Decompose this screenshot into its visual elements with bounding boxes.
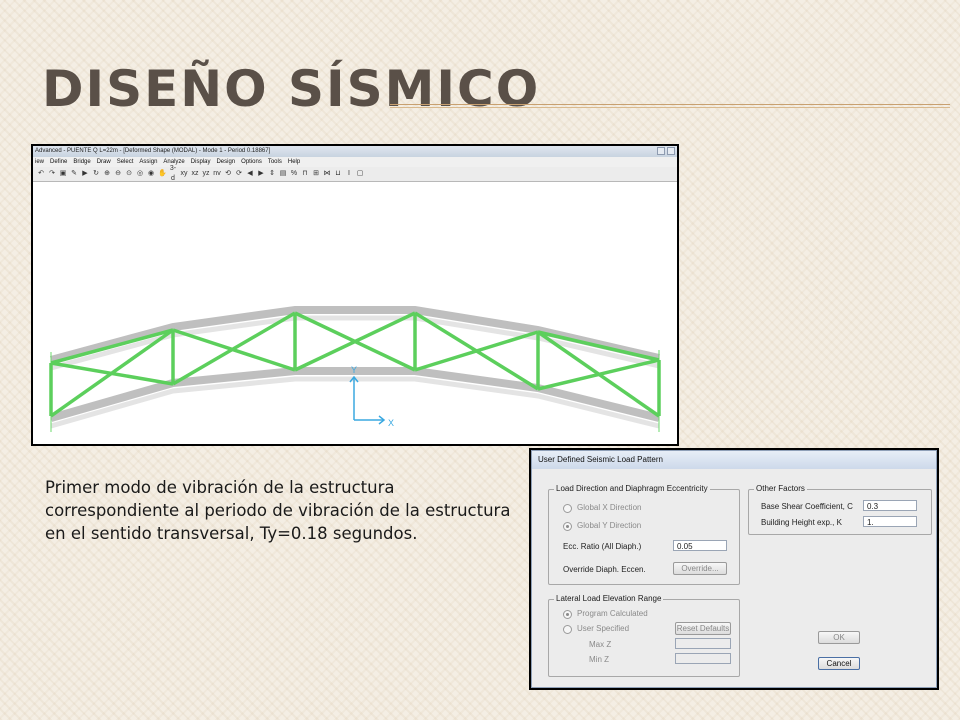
seismic-load-pattern-dialog: User Defined Seismic Load Pattern Load D… [531,450,937,688]
bridge-mode-shape-drawing: Y X [49,306,661,432]
lock-icon[interactable]: ▣ [59,169,67,179]
xz-view-button[interactable]: xz [191,169,199,179]
dialog-frame: User Defined Seismic Load Pattern Load D… [529,448,939,690]
rotate-icon[interactable]: ↻ [92,169,100,179]
cancel-button[interactable]: Cancel [818,657,860,670]
global-x-label: Global X Direction [577,503,642,512]
menu-display[interactable]: Display [191,157,211,167]
menu-define[interactable]: Define [50,157,67,167]
x-axis-label: X [388,418,394,428]
max-z-label: Max Z [589,640,612,649]
zoom-in-icon[interactable]: ⊕ [103,169,111,179]
min-z-label: Min Z [589,655,609,664]
other-factors-group: Other Factors Base Shear Coefficient, C … [748,484,932,535]
override-label: Override Diaph. Eccen. [563,565,646,574]
zoom-out-icon[interactable]: ⊖ [114,169,122,179]
refresh-icon[interactable]: ⟳ [235,169,243,179]
yz-view-button[interactable]: yz [202,169,210,179]
load-direction-group-title: Load Direction and Diaphragm Eccentricit… [554,484,710,493]
title-divider-secondary [390,107,950,108]
title-divider [390,104,950,105]
y-axis-label: Y [351,365,357,375]
link-icon[interactable]: ⋈ [323,169,331,179]
sap-titlebar: Advanced - PUENTE Q L=22m - [Deformed Sh… [33,146,677,157]
menu-view[interactable]: iew [35,157,44,167]
maximize-icon[interactable] [667,147,675,155]
min-z-input[interactable] [675,653,731,664]
diagonal-member [414,330,539,372]
sap-menubar: iew Define Bridge Draw Select Assign Ana… [33,157,677,167]
text-icon[interactable]: I [345,169,353,179]
pan-icon[interactable]: ✋ [158,169,167,179]
xy-view-button[interactable]: xy [180,169,188,179]
menu-options[interactable]: Options [241,157,262,167]
menu-design[interactable]: Design [216,157,235,167]
load-direction-group: Load Direction and Diaphragm Eccentricit… [548,484,740,585]
zoom-window-icon[interactable]: ⊙ [125,169,133,179]
redo-icon[interactable]: ↷ [48,169,56,179]
zoom-next-icon[interactable]: ◉ [147,169,155,179]
override-button[interactable]: Override... [673,562,727,575]
up-icon[interactable]: ◀ [246,169,254,179]
cable-icon[interactable]: ⊔ [334,169,342,179]
bottom-chord-front [50,376,660,429]
menu-assign[interactable]: Assign [139,157,157,167]
max-z-input[interactable] [675,638,731,649]
model-view-canvas[interactable]: Y X [33,182,677,444]
other-factors-group-title: Other Factors [754,484,807,493]
sap-window-body: Advanced - PUENTE Q L=22m - [Deformed Sh… [33,146,677,444]
sap-window-title: Advanced - PUENTE Q L=22m - [Deformed Sh… [35,148,271,154]
lateral-range-group-title: Lateral Load Elevation Range [554,594,664,603]
area-icon[interactable]: ⊞ [312,169,320,179]
ecc-ratio-input[interactable]: 0.05 [673,540,727,551]
ok-button[interactable]: OK [818,631,860,644]
frame-icon[interactable]: ⊓ [301,169,309,179]
sap-toolbar: ↶ ↷ ▣ ✎ ▶ ↻ ⊕ ⊖ ⊙ ◎ ◉ ✋ 3-d xy xz yz nv … [33,164,677,184]
ecc-ratio-label: Ecc. Ratio (All Diaph.) [563,542,642,551]
top-mode-line [50,328,174,365]
down-icon[interactable]: ▶ [257,169,265,179]
program-calculated-label: Program Calculated [577,609,648,618]
global-y-label: Global Y Direction [577,521,642,530]
menu-draw[interactable]: Draw [97,157,111,167]
nv-view-button[interactable]: nv [213,169,221,179]
menu-bridge[interactable]: Bridge [73,157,90,167]
pencil-icon[interactable]: ✎ [70,169,78,179]
menu-select[interactable]: Select [117,157,134,167]
minimize-icon[interactable] [657,147,665,155]
sap-window-screenshot: Advanced - PUENTE Q L=22m - [Deformed Sh… [31,144,679,446]
program-calculated-radio[interactable] [563,610,572,619]
base-shear-input[interactable]: 0.3 [863,500,917,511]
diagonal-member [537,358,660,391]
sap-window-controls [657,147,675,155]
select-icon[interactable]: ⇕ [268,169,276,179]
zoom-prev-icon[interactable]: ◎ [136,169,144,179]
deformed-icon[interactable]: ▤ [279,169,287,179]
menu-help[interactable]: Help [288,157,300,167]
dialog-title: User Defined Seismic Load Pattern [532,451,936,469]
display-icon[interactable]: ▢ [356,169,364,179]
building-height-input[interactable]: 1. [863,516,917,527]
reset-defaults-button[interactable]: Reset Defaults [675,622,731,635]
slide-description: Primer modo de vibración de la estructur… [45,478,511,543]
menu-tools[interactable]: Tools [268,157,282,167]
user-specified-label: User Specified [577,624,630,633]
base-shear-label: Base Shear Coefficient, C [761,502,853,511]
run-icon[interactable]: ▶ [81,169,89,179]
building-height-label: Building Height exp., K [761,518,842,527]
user-specified-radio[interactable] [563,625,572,634]
global-y-radio[interactable] [563,522,572,531]
global-x-radio[interactable] [563,504,572,513]
rotate3d-icon[interactable]: ⟲ [224,169,232,179]
3d-view-button[interactable]: 3-d [169,164,177,184]
lateral-range-group: Lateral Load Elevation Range Program Cal… [548,594,740,677]
percent-button[interactable]: % [290,169,298,179]
undo-icon[interactable]: ↶ [37,169,45,179]
